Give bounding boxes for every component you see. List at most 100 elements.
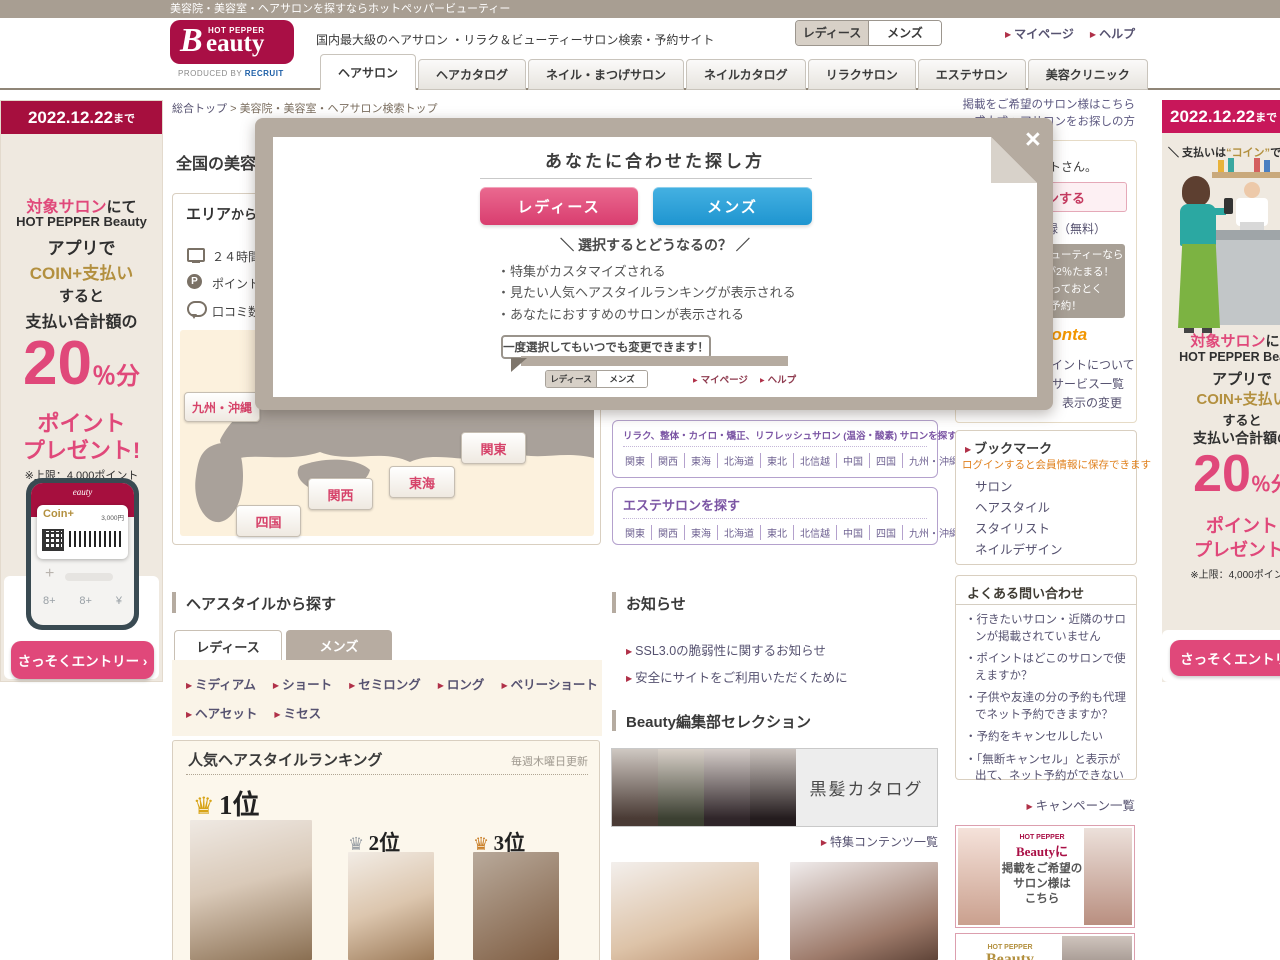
region-link[interactable]: 関西 — [652, 525, 685, 540]
tab-esthe-salon[interactable]: エステサロン — [918, 59, 1026, 90]
arrow-icon: ▶ — [626, 674, 632, 683]
bookmark-stylist-link[interactable]: スタイリスト — [975, 518, 1050, 537]
campaign-then: すると — [1, 285, 162, 306]
tab-nail-eyelash-salon[interactable]: ネイル・まつげサロン — [528, 59, 684, 90]
tab-hair-salon[interactable]: ヘアサロン — [320, 54, 416, 90]
hairstyle-section-heading: ヘアスタイルから探す — [186, 593, 336, 614]
modal-mens-button[interactable]: メンズ — [653, 187, 812, 225]
arrow-icon: ▶ — [273, 681, 279, 690]
entry-button-left[interactable]: さっそくエントリー › — [11, 641, 154, 679]
hairstyle-link-short[interactable]: ▶ショート — [273, 674, 332, 693]
breadcrumb-home[interactable]: 総合トップ — [172, 103, 227, 115]
gold-crown-icon: ♛ — [193, 793, 215, 820]
hairstyle-link-semilong[interactable]: ▶セミロング — [349, 674, 421, 693]
arrow-icon: ▶ — [501, 681, 507, 690]
tab-nail-catalog[interactable]: ネイルカタログ — [686, 59, 806, 90]
region-link[interactable]: 関東 — [623, 525, 652, 540]
salon-listing-ad-2[interactable]: HOT PEPPER Beauty — [955, 933, 1135, 960]
salon-owner-link[interactable]: 掲載をご希望のサロン様はこちら — [875, 96, 1135, 112]
region-link[interactable]: 関東 — [623, 453, 652, 468]
hairstyle-link-mrs[interactable]: ▶ミセス — [274, 703, 321, 722]
region-link[interactable]: 北海道 — [718, 453, 761, 468]
customer-phone — [1224, 198, 1233, 214]
gender-toggle-mens[interactable]: メンズ — [868, 21, 941, 45]
region-button-kyushu-okinawa[interactable]: 九州・沖縄 — [184, 392, 260, 422]
region-link[interactable]: 東北 — [761, 525, 794, 540]
modal-bullet: 特集がカスタマイズされる — [497, 261, 666, 280]
produced-by-recruit: PRODUCED BY RECRUIT — [178, 69, 284, 78]
breadcrumb-current: 美容院・美容室・ヘアサロン検索トップ — [240, 103, 438, 115]
bookmark-salon-link[interactable]: サロン — [975, 476, 1013, 495]
close-icon[interactable]: × — [1025, 126, 1041, 153]
region-link[interactable]: 東海 — [685, 525, 718, 540]
service-list-link[interactable]: サービス一覧 — [1052, 375, 1124, 392]
tab-beauty-clinic[interactable]: 美容クリニック — [1028, 59, 1148, 90]
rank-3-photo[interactable] — [473, 852, 559, 960]
coin-campaign-banner-left[interactable]: 2022.12.22まで 対象サロンにて HOT PEPPER Beauty ア… — [0, 100, 163, 682]
region-link[interactable]: 東北 — [761, 453, 794, 468]
model-photo — [704, 749, 750, 826]
hot-pepper-beauty-page: 美容院・美容室・ヘアサロンを探すならホットペッパービューティー B HOT PE… — [0, 0, 1280, 960]
region-link[interactable]: 北海道 — [718, 525, 761, 540]
bronze-crown-icon: ♛ — [473, 834, 489, 854]
relax-search-box: リラク、整体・カイロ・矯正、リフレッシュサロン (温浴・酸素) サロンを探す 関… — [612, 420, 938, 478]
region-button-shikoku[interactable]: 四国 — [236, 505, 301, 537]
gender-toggle: レディース メンズ — [795, 20, 942, 46]
mypage-link[interactable]: ▶マイページ — [1005, 25, 1074, 42]
faq-item[interactable]: 行きたいサロン・近隣のサロンが掲載されていません — [965, 612, 1127, 645]
hairstyle-link-medium[interactable]: ▶ミディアム — [186, 674, 256, 693]
rank-2-photo[interactable] — [348, 852, 434, 960]
news-link-ssl[interactable]: ▶SSL3.0の脆弱性に関するお知らせ — [626, 640, 826, 659]
hairstyle-link-veryshort[interactable]: ▶ベリーショート — [501, 674, 597, 693]
bookmark-naildesign-link[interactable]: ネイルデザイン — [975, 539, 1063, 558]
black-hair-catalog-banner[interactable]: 黒髪カタログ — [611, 748, 938, 827]
display-setting-link[interactable]: 表示の変更 — [1062, 394, 1122, 411]
modal-ladies-button[interactable]: レディース — [480, 187, 638, 225]
modal-bullet: 見たい人気ヘアスタイルランキングが表示される — [497, 282, 796, 301]
hairstyle-tab-mens[interactable]: メンズ — [286, 630, 392, 660]
coin-campaign-banner-right[interactable]: 2022.12.22まで ＼ 支払いは“コイン”で 対象サロンにて HOT PE… — [1162, 100, 1280, 682]
hairstyle-tab-ladies[interactable]: レディース — [174, 630, 282, 661]
region-link[interactable]: 四国 — [870, 453, 903, 468]
region-button-kansai[interactable]: 関西 — [308, 478, 373, 510]
faq-item[interactable]: ポイントはどこのサロンで使えますか？ — [965, 651, 1127, 684]
region-link[interactable]: 中国 — [837, 453, 870, 468]
region-link[interactable]: 東海 — [685, 453, 718, 468]
esthe-search-box: エステサロンを探す 関東 関西 東海 北海道 東北 北信越 中国 四国 九州・沖… — [612, 487, 938, 545]
faq-item[interactable]: 子供や友達の分の予約も代理でネット予約できますか？ — [965, 690, 1127, 723]
region-link[interactable]: 四国 — [870, 525, 903, 540]
hairstyle-link-hairset[interactable]: ▶ヘアセット — [186, 703, 257, 722]
campaign-percent: 20％分 — [1162, 448, 1280, 500]
hot-pepper-beauty-logo[interactable]: B HOT PEPPER eauty — [170, 20, 294, 64]
news-link-safety[interactable]: ▶安全にサイトをご利用いただくために — [626, 667, 848, 686]
about-points-link[interactable]: ポイントについて — [1039, 356, 1135, 373]
style-photo[interactable] — [790, 862, 938, 960]
add-person-icon: 8+ — [79, 595, 92, 607]
faq-item[interactable]: 「無断キャンセル」と表示が出て、ネット予約ができない — [965, 752, 1127, 785]
entry-button-right[interactable]: さっそくエントリー › — [1170, 640, 1280, 676]
region-link[interactable]: 北信越 — [794, 453, 837, 468]
hairstyle-link-long[interactable]: ▶ロング — [438, 674, 485, 693]
region-link[interactable]: 関西 — [652, 453, 685, 468]
clerk-head — [1244, 182, 1260, 198]
style-photo[interactable] — [611, 862, 759, 960]
rank-1-photo[interactable] — [190, 820, 312, 960]
gender-toggle-ladies[interactable]: レディース — [796, 21, 868, 45]
tab-hair-catalog[interactable]: ヘアカタログ — [418, 59, 526, 90]
salon-listing-ad[interactable]: HOT PEPPER Beautyに 掲載をご希望のサロン様はこちら — [955, 825, 1135, 928]
campaign-app: アプリで — [1, 234, 162, 259]
faq-item[interactable]: 予約をキャンセルしたい — [965, 729, 1127, 746]
feature-contents-link[interactable]: ▶特集コンテンツ一覧 — [700, 833, 938, 850]
main-nav-tabs: ヘアサロン ヘアカタログ ネイル・まつげサロン ネイルカタログ リラクサロン エ… — [320, 56, 1148, 90]
region-link[interactable]: 中国 — [837, 525, 870, 540]
model-photo — [612, 749, 658, 826]
region-button-tokai[interactable]: 東海 — [389, 466, 455, 498]
campaign-list-link[interactable]: ▶キャンペーン一覧 — [955, 795, 1135, 814]
bookmark-hairstyle-link[interactable]: ヘアスタイル — [975, 497, 1050, 516]
modal-content: あなたに合わせた探し方 レディース メンズ ＼ 選択するとどうなるの？ ／ 特集… — [273, 137, 1037, 397]
tab-relax-salon[interactable]: リラクサロン — [808, 59, 916, 90]
region-button-kanto[interactable]: 関東 — [461, 432, 526, 464]
help-link[interactable]: ▶ヘルプ — [1090, 25, 1135, 42]
region-link[interactable]: 北信越 — [794, 525, 837, 540]
coin-plus-logo: Coin+ — [43, 508, 74, 520]
